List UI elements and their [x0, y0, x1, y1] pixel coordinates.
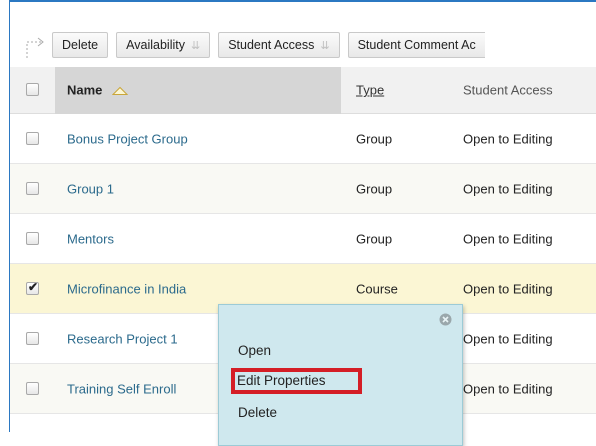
menu-item-edit-properties[interactable]: Edit Properties: [234, 373, 329, 388]
student-access-cell: Open to Editing: [463, 381, 553, 396]
type-cell: Group: [356, 131, 393, 146]
name-column-header-label: Name: [67, 82, 103, 98]
sort-ascending-icon: [112, 86, 129, 96]
row-checkbox-checked[interactable]: ✔: [26, 279, 39, 295]
type-cell: Course: [356, 281, 398, 296]
availability-button-label: Availability: [126, 38, 185, 52]
group-name-link[interactable]: Bonus Project Group: [67, 131, 188, 146]
select-all-checkbox[interactable]: [26, 83, 39, 96]
group-name-link[interactable]: Group 1: [67, 181, 114, 196]
group-name-link[interactable]: Training Self Enroll: [67, 381, 176, 396]
student-comment-access-button[interactable]: Student Comment Ac: [347, 32, 485, 58]
chevron-down-icon: ⇊: [320, 39, 330, 52]
row-checkbox[interactable]: [26, 231, 39, 245]
action-toolbar: Delete Availability ⇊ Student Access ⇊ S…: [22, 30, 493, 60]
availability-button[interactable]: Availability ⇊: [116, 32, 211, 58]
row-checkbox[interactable]: [26, 331, 39, 345]
type-cell: Group: [356, 231, 393, 246]
table-row[interactable]: Mentors Group Open to Editing: [10, 214, 596, 264]
row-checkbox[interactable]: [26, 181, 39, 195]
student-access-cell: Open to Editing: [463, 231, 553, 246]
group-name-link[interactable]: Mentors: [67, 231, 114, 246]
student-access-button[interactable]: Student Access ⇊: [218, 32, 340, 58]
student-comment-access-button-label: Student Comment Ac: [357, 38, 476, 52]
student-access-cell: Open to Editing: [463, 281, 553, 296]
menu-item-open[interactable]: Open: [238, 343, 271, 358]
student-access-cell: Open to Editing: [463, 131, 553, 146]
close-icon[interactable]: [439, 313, 452, 326]
student-access-cell: Open to Editing: [463, 331, 553, 346]
table-row[interactable]: Bonus Project Group Group Open to Editin…: [10, 114, 596, 164]
checkmark-icon: ✔: [28, 279, 39, 294]
name-column-header[interactable]: Name: [67, 82, 129, 98]
bulk-action-arrow-icon: [22, 30, 52, 60]
type-column-header[interactable]: Type: [356, 83, 384, 98]
menu-item-delete[interactable]: Delete: [238, 405, 277, 420]
row-checkbox[interactable]: [26, 381, 39, 395]
context-menu: Open Edit Properties Delete: [218, 304, 463, 446]
type-cell: Group: [356, 181, 393, 196]
delete-button[interactable]: Delete: [52, 32, 109, 58]
student-access-button-label: Student Access: [228, 38, 315, 52]
row-checkbox[interactable]: [26, 131, 39, 145]
group-name-link[interactable]: Research Project 1: [67, 331, 178, 346]
student-access-column-header: Student Access: [463, 82, 553, 98]
table-header-row: Name Type Student Access: [10, 67, 596, 114]
frame-top-border: [9, 0, 596, 2]
student-access-cell: Open to Editing: [463, 181, 553, 196]
delete-button-label: Delete: [62, 38, 99, 52]
chevron-down-icon: ⇊: [190, 39, 201, 52]
group-name-link[interactable]: Microfinance in India: [67, 281, 186, 296]
table-row[interactable]: Group 1 Group Open to Editing: [10, 164, 596, 214]
